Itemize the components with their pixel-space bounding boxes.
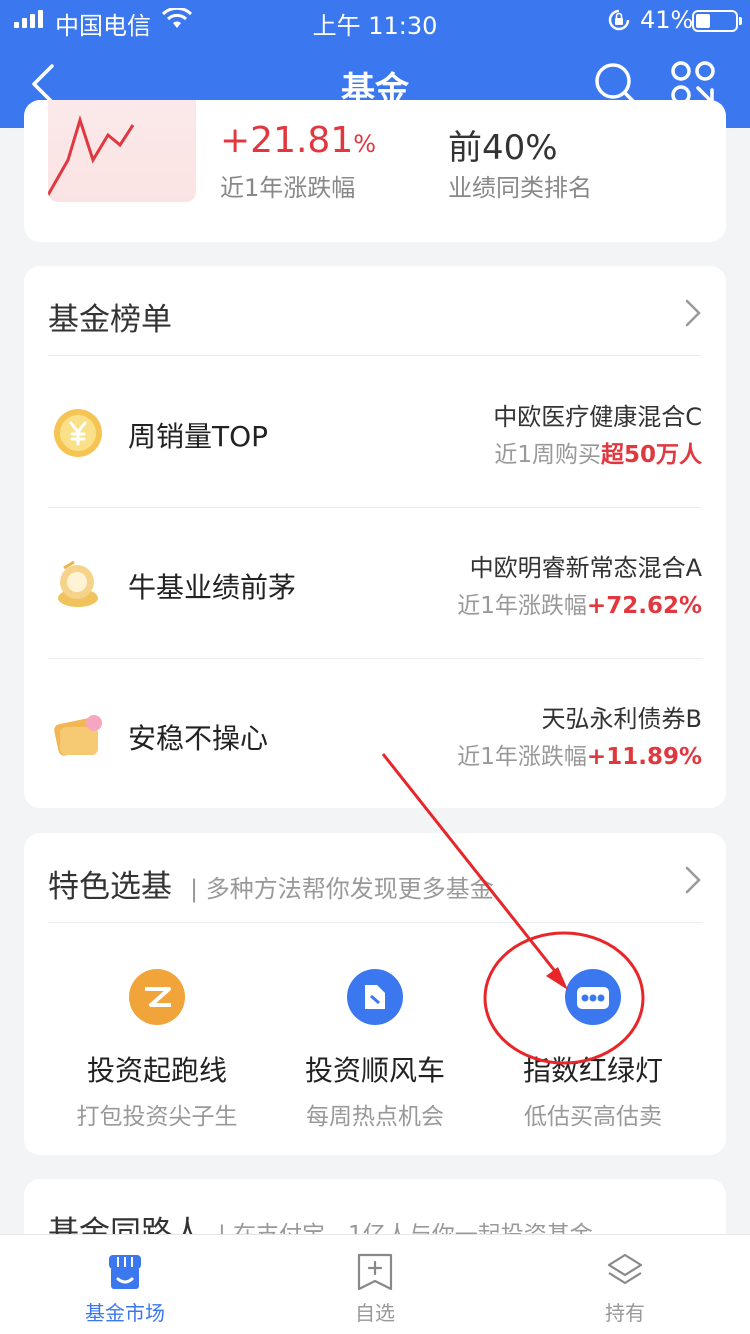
tab-fund-market[interactable]: 基金市场 [0, 1235, 250, 1334]
ranking-row-weekly-top[interactable]: 周销量TOP 中欧医疗健康混合C 近1周购买超50万人 [48, 357, 702, 508]
tab-label: 基金市场 [85, 1301, 165, 1325]
battery-icon [692, 10, 742, 32]
feature-sublabel: 打包投资尖子生 [76, 1104, 238, 1130]
tab-label: 自选 [355, 1301, 395, 1325]
feature-sublabel: 每周热点机会 [306, 1104, 444, 1130]
start-line-icon [129, 969, 185, 1025]
status-bar: 中国电信 上午 11:30 41% [0, 0, 750, 40]
ranking-label: 牛基业绩前茅 [128, 571, 297, 604]
ranking-row-top-performers[interactable]: 牛基业绩前茅 中欧明睿新常态混合A 近1年涨跌幅+72.62% [48, 508, 702, 659]
fund-note: 近1年涨跌幅+11.89% [457, 744, 702, 770]
return-value: +21.81% [220, 120, 377, 161]
feature-label: 投资顺风车 [304, 1054, 445, 1087]
rankings-header[interactable]: 基金榜单 [48, 266, 702, 356]
store-icon [106, 1253, 144, 1295]
return-label: 近1年涨跌幅 [220, 174, 356, 202]
fund-note: 近1周购买超50万人 [494, 442, 702, 468]
wallet-icon [52, 709, 104, 761]
feature-index-traffic-light[interactable]: 指数红绿灯 低估买高估卖 [476, 969, 710, 1131]
tab-label: 持有 [605, 1301, 645, 1325]
layers-icon [606, 1253, 644, 1295]
featured-header[interactable]: 特色选基 | 多种方法帮你发现更多基金 [48, 833, 702, 923]
battery-percent: 41% [640, 6, 694, 34]
mini-trend-chart [48, 100, 196, 202]
tag-icon [347, 969, 403, 1025]
chevron-right-icon[interactable] [684, 298, 702, 332]
bottom-tab-bar: 基金市场 自选 持有 [0, 1234, 750, 1334]
rank-value: 前40% [448, 128, 558, 168]
rank-label: 业绩同类排名 [448, 174, 592, 202]
section-title: 基金榜单 [48, 302, 172, 338]
feature-sublabel: 低估买高估卖 [524, 1104, 662, 1130]
tab-holdings[interactable]: 持有 [500, 1235, 750, 1334]
feature-start-line[interactable]: 投资起跑线 打包投资尖子生 [40, 969, 274, 1131]
fund-name: 天弘永利债券B [541, 705, 702, 733]
ranking-label: 周销量TOP [128, 420, 269, 453]
rotation-lock-icon [606, 8, 632, 38]
fund-name: 中欧医疗健康混合C [493, 403, 702, 431]
fund-rankings-card: 基金榜单 周销量TOP 中欧医疗健康混合C 近1周购买超50万人 牛基业绩前茅 … [24, 266, 726, 808]
fund-name: 中欧明睿新常态混合A [469, 554, 702, 582]
bookmark-plus-icon [356, 1253, 394, 1295]
status-time: 上午 11:30 [312, 12, 438, 40]
feature-tailwind[interactable]: 投资顺风车 每周热点机会 [258, 969, 492, 1131]
gold-trophy-icon [52, 558, 104, 610]
featured-funds-card: 特色选基 | 多种方法帮你发现更多基金 投资起跑线 打包投资尖子生 投资顺风车 … [24, 833, 726, 1155]
ranking-row-stable[interactable]: 安稳不操心 天弘永利债券B 近1年涨跌幅+11.89% [48, 659, 702, 810]
ranking-label: 安稳不操心 [128, 722, 269, 755]
traffic-light-icon [565, 969, 621, 1025]
section-subtitle: | 多种方法帮你发现更多基金 [190, 875, 494, 903]
tab-watchlist[interactable]: 自选 [250, 1235, 500, 1334]
section-title: 特色选基 [48, 869, 172, 905]
feature-label: 投资起跑线 [86, 1054, 227, 1087]
feature-label: 指数红绿灯 [522, 1054, 663, 1087]
fund-note: 近1年涨跌幅+72.62% [457, 593, 702, 619]
fund-summary-card[interactable]: +21.81% 近1年涨跌幅 前40% 业绩同类排名 [24, 100, 726, 242]
yuan-coin-icon [52, 407, 104, 459]
chevron-right-icon[interactable] [684, 865, 702, 899]
